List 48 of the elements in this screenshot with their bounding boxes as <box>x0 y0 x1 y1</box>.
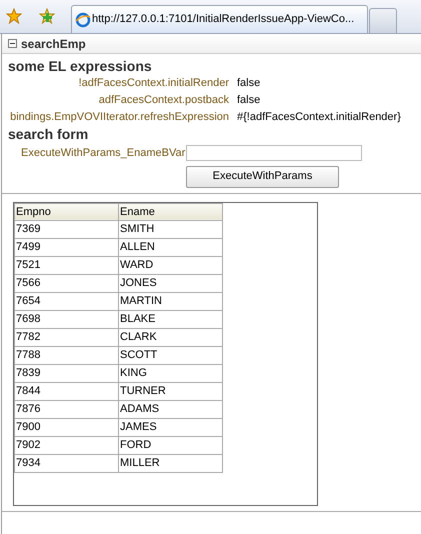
browser-tab[interactable]: http://127.0.0.1:7101/InitialRenderIssueApp-ViewCo... <box>71 5 368 33</box>
table-cell: JONES <box>118 274 222 292</box>
new-tab[interactable] <box>369 8 397 33</box>
field-value: false <box>237 93 260 108</box>
table-cell: CLARK <box>118 328 222 346</box>
table-cell: MARTIN <box>118 292 222 310</box>
table-cell: BLAKE <box>118 310 222 328</box>
table-cell: SMITH <box>118 220 222 238</box>
collapse-icon[interactable] <box>8 39 17 48</box>
table-cell: 7902 <box>14 436 118 454</box>
table-cell: 7876 <box>14 400 118 418</box>
field-label: ExecuteWithParams_EnameBVar <box>20 146 186 161</box>
table-cell: 7844 <box>14 382 118 400</box>
table-cell: 7369 <box>14 220 118 238</box>
table-cell: WARD <box>118 256 222 274</box>
table-cell: 7566 <box>14 274 118 292</box>
table-cell: 7698 <box>14 310 118 328</box>
section-heading: some EL expressions <box>8 57 153 75</box>
table-cell: ALLEN <box>118 238 222 256</box>
table-cell: TURNER <box>118 382 222 400</box>
field-label: adfFacesContext.postback <box>98 93 230 108</box>
table-cell: 7788 <box>14 346 118 364</box>
table-cell: ADAMS <box>118 400 222 418</box>
star-icon[interactable] <box>6 8 22 24</box>
table-cell: SCOTT <box>118 346 222 364</box>
section-heading: search form <box>8 126 90 142</box>
table-cell: 7934 <box>14 454 118 472</box>
table-cell: 7839 <box>14 364 118 382</box>
table-cell: KING <box>118 364 222 382</box>
table-cell: 7654 <box>14 292 118 310</box>
table-cell: FORD <box>118 436 222 454</box>
table-cell: JAMES <box>118 418 222 436</box>
column-header[interactable]: Empno <box>14 203 118 220</box>
field-value: #{!adfFacesContext.initialRender} <box>237 110 401 126</box>
field-label: bindings.EmpVOVIIterator.refreshExpression <box>9 110 230 126</box>
table-cell: 7900 <box>14 418 118 436</box>
execute-button[interactable]: ExecuteWithParams <box>186 166 339 188</box>
tab-title: http://127.0.0.1:7101/InitialRenderIssueApp-ViewCo... <box>92 12 354 28</box>
panel-title: searchEmp <box>21 36 86 52</box>
field-value: false <box>237 76 260 92</box>
table-cell: 7521 <box>14 256 118 274</box>
column-header[interactable]: Ename <box>118 203 222 220</box>
table-cell: MILLER <box>118 454 222 472</box>
table-cell: 7499 <box>14 238 118 256</box>
add-favorite-icon[interactable] <box>39 8 55 24</box>
input-field[interactable] <box>186 145 362 162</box>
table-cell: 7782 <box>14 328 118 346</box>
field-label: !adfFacesContext.initialRender <box>78 76 230 92</box>
